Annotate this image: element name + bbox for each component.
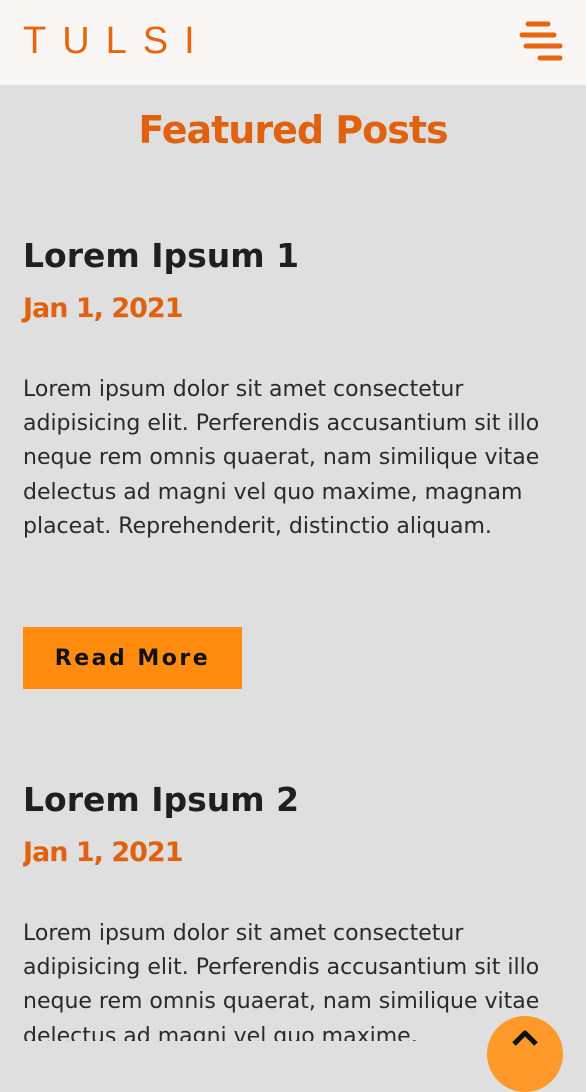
- site-logo[interactable]: TULSI: [23, 19, 211, 63]
- chevron-up-icon: [512, 1030, 538, 1046]
- section-title: Featured Posts: [138, 108, 448, 152]
- post-date: Jan 1, 2021: [23, 293, 183, 324]
- post-excerpt: Lorem ipsum dolor sit amet consectetur a…: [23, 921, 540, 1041]
- scroll-to-top-button[interactable]: [487, 1016, 563, 1092]
- read-more-button[interactable]: Read More: [23, 627, 242, 689]
- post-excerpt: Lorem ipsum dolor sit amet consectetur a…: [23, 377, 540, 539]
- post-date: Jan 1, 2021: [23, 837, 183, 868]
- post-title[interactable]: Lorem Ipsum 2: [23, 779, 299, 821]
- menu-button[interactable]: [518, 18, 564, 66]
- site-header: TULSI: [0, 0, 586, 85]
- hamburger-menu-icon: [519, 21, 563, 61]
- post-card: Lorem Ipsum 1 Jan 1, 2021 Lorem ipsum do…: [23, 235, 563, 695]
- post-title[interactable]: Lorem Ipsum 1: [23, 235, 299, 277]
- post-card: Lorem Ipsum 2 Jan 1, 2021 Lorem ipsum do…: [23, 779, 563, 1041]
